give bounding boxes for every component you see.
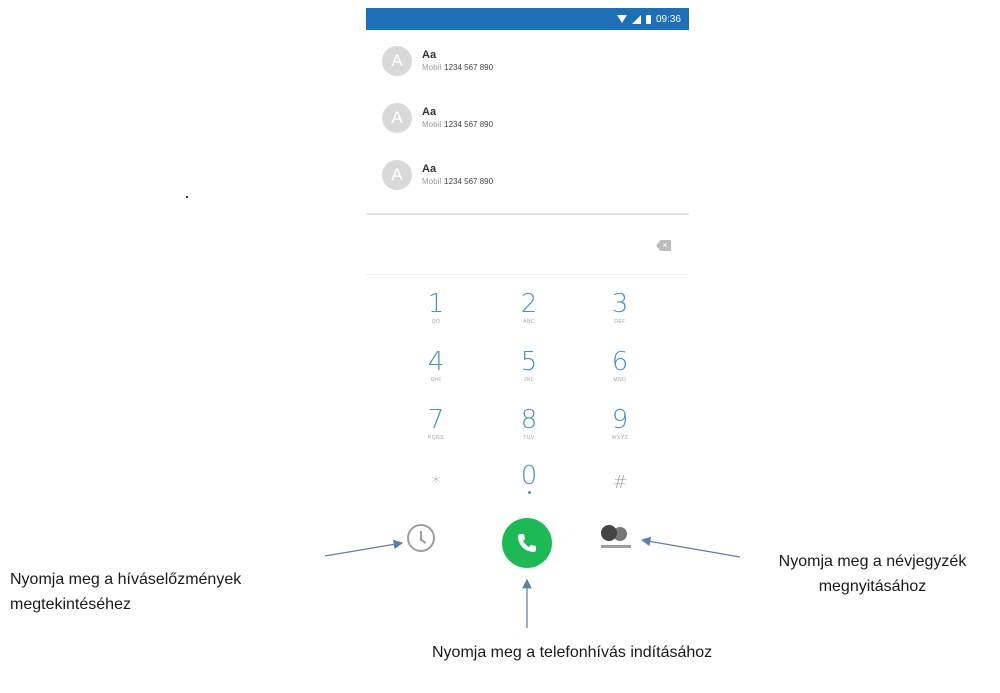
arrow-contacts xyxy=(640,536,741,558)
annotation-contacts: Nyomja meg a névjegyzék megnyitásához xyxy=(778,553,967,595)
arrow-history xyxy=(324,539,404,557)
annotation-history: Nyomja meg a híváselőzmények megtekintés… xyxy=(10,571,242,613)
annotation-call: Nyomja meg a telefonhívás indításához xyxy=(432,644,713,661)
